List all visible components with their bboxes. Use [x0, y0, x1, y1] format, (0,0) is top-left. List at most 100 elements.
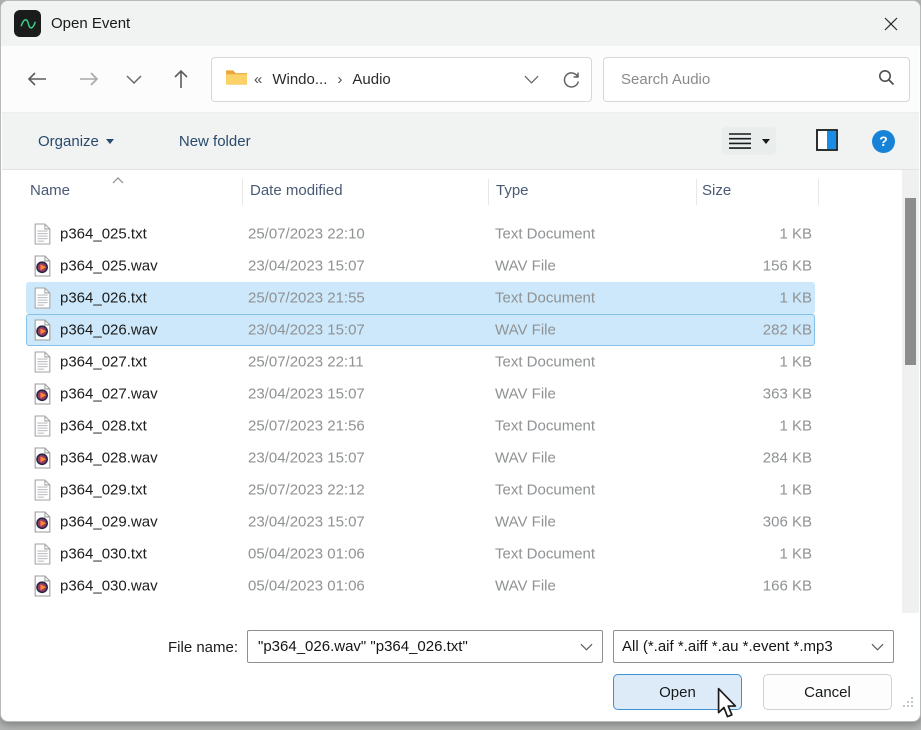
wav-media-icon	[34, 320, 51, 341]
file-type-selected-value: All (*.aif *.aiff *.au *.event *.mp3	[622, 638, 871, 655]
file-row[interactable]: p364_025.txt 25/07/2023 22:10 Text Docum…	[26, 218, 815, 250]
file-type: Text Document	[495, 226, 595, 243]
text-document-icon	[34, 288, 51, 309]
file-type: WAV File	[495, 322, 556, 339]
forward-button[interactable]	[72, 62, 106, 96]
file-type: Text Document	[495, 290, 595, 307]
file-row[interactable]: p364_027.txt 25/07/2023 22:11 Text Docum…	[26, 346, 815, 378]
column-headers: Name Date modified Type Size	[2, 170, 919, 214]
file-name-input[interactable]	[256, 637, 580, 656]
file-type-icon	[34, 288, 51, 309]
refresh-button[interactable]	[561, 70, 581, 90]
file-type: Text Document	[495, 482, 595, 499]
window-title: Open Event	[51, 15, 130, 32]
resize-grip[interactable]	[902, 695, 914, 713]
column-divider[interactable]	[696, 179, 697, 205]
list-view-icon	[728, 132, 752, 150]
file-name: p364_030.wav	[60, 578, 158, 595]
file-row[interactable]: p364_025.wav 23/04/2023 15:07 WAV File 1…	[26, 250, 815, 282]
file-type-icon	[34, 512, 51, 533]
forward-arrow-icon	[78, 71, 100, 87]
new-folder-button[interactable]: New folder	[173, 132, 257, 151]
file-type: WAV File	[495, 450, 556, 467]
new-folder-label: New folder	[179, 133, 251, 150]
file-list-body: p364_025.txt 25/07/2023 22:10 Text Docum…	[2, 218, 901, 602]
column-divider[interactable]	[488, 179, 489, 205]
file-date-modified: 05/04/2023 01:06	[248, 546, 365, 563]
file-size: 1 KB	[647, 290, 812, 307]
sort-ascending-icon	[112, 171, 124, 189]
scrollbar-thumb[interactable]	[905, 198, 916, 365]
text-document-icon	[34, 352, 51, 373]
file-row[interactable]: p364_026.wav 23/04/2023 15:07 WAV File 2…	[26, 314, 815, 346]
back-arrow-icon	[26, 71, 48, 87]
file-row[interactable]: p364_030.txt 05/04/2023 01:06 Text Docum…	[26, 538, 815, 570]
address-bar[interactable]: « Windo... › Audio	[211, 57, 592, 102]
column-divider[interactable]	[242, 179, 243, 205]
column-header-name[interactable]: Name	[30, 182, 70, 199]
file-size: 166 KB	[647, 578, 812, 595]
breadcrumb-parent[interactable]: Windo...	[268, 71, 331, 88]
column-header-size[interactable]: Size	[702, 182, 731, 199]
organize-label: Organize	[38, 133, 99, 150]
vertical-scrollbar[interactable]	[902, 170, 919, 613]
recent-locations-button[interactable]	[117, 62, 151, 96]
help-button[interactable]: ?	[872, 130, 895, 153]
text-document-icon	[34, 416, 51, 437]
chevron-down-icon	[871, 638, 884, 656]
refresh-icon	[561, 70, 581, 90]
folder-icon	[225, 68, 248, 92]
file-list: Name Date modified Type Size p364_025.tx…	[2, 170, 919, 613]
breadcrumb-overflow-chevron[interactable]: «	[248, 71, 268, 88]
close-button[interactable]	[868, 1, 914, 46]
file-row[interactable]: p364_028.txt 25/07/2023 21:56 Text Docum…	[26, 410, 815, 442]
organize-button[interactable]: Organize	[32, 132, 120, 151]
file-name: p364_028.txt	[60, 418, 147, 435]
preview-pane-button[interactable]	[816, 129, 838, 154]
change-view-button[interactable]	[722, 127, 776, 155]
back-button[interactable]	[20, 62, 54, 96]
breadcrumb-current[interactable]: Audio	[348, 71, 394, 88]
file-name: p364_030.txt	[60, 546, 147, 563]
file-size: 1 KB	[647, 482, 812, 499]
file-row[interactable]: p364_028.wav 23/04/2023 15:07 WAV File 2…	[26, 442, 815, 474]
text-document-icon	[34, 544, 51, 565]
breadcrumb-separator-chevron[interactable]: ›	[331, 71, 348, 88]
file-size: 306 KB	[647, 514, 812, 531]
caret-down-icon	[106, 139, 114, 144]
address-dropdown-button[interactable]	[524, 75, 539, 84]
open-button[interactable]: Open	[613, 674, 742, 710]
file-size: 1 KB	[647, 354, 812, 371]
column-header-date-modified[interactable]: Date modified	[250, 182, 343, 199]
title-bar: Open Event	[1, 1, 920, 46]
preview-pane-icon	[816, 129, 838, 151]
file-name: p364_029.txt	[60, 482, 147, 499]
up-arrow-icon	[173, 68, 189, 90]
column-divider[interactable]	[818, 179, 819, 205]
file-type: WAV File	[495, 386, 556, 403]
file-type-icon	[34, 384, 51, 405]
sine-wave-icon	[18, 14, 38, 34]
file-row[interactable]: p364_027.wav 23/04/2023 15:07 WAV File 3…	[26, 378, 815, 410]
search-input[interactable]	[619, 70, 878, 89]
file-row[interactable]: p364_029.wav 23/04/2023 15:07 WAV File 3…	[26, 506, 815, 538]
file-date-modified: 23/04/2023 15:07	[248, 322, 365, 339]
file-size: 282 KB	[647, 322, 812, 339]
file-row[interactable]: p364_029.txt 25/07/2023 22:12 Text Docum…	[26, 474, 815, 506]
file-row[interactable]: p364_026.txt 25/07/2023 21:55 Text Docum…	[26, 282, 815, 314]
file-row[interactable]: p364_030.wav 05/04/2023 01:06 WAV File 1…	[26, 570, 815, 602]
file-name: p364_025.wav	[60, 258, 158, 275]
cancel-button[interactable]: Cancel	[763, 674, 892, 710]
file-type: Text Document	[495, 418, 595, 435]
caret-down-icon	[762, 139, 770, 144]
close-icon	[883, 16, 899, 32]
up-button[interactable]	[164, 62, 198, 96]
file-type-select[interactable]: All (*.aif *.aiff *.au *.event *.mp3	[613, 630, 894, 663]
file-name: p364_025.txt	[60, 226, 147, 243]
file-date-modified: 05/04/2023 01:06	[248, 578, 365, 595]
column-header-type[interactable]: Type	[496, 182, 529, 199]
file-name: p364_029.wav	[60, 514, 158, 531]
chevron-down-icon[interactable]	[580, 638, 593, 656]
file-name-label: File name:	[168, 639, 238, 656]
file-size: 1 KB	[647, 226, 812, 243]
